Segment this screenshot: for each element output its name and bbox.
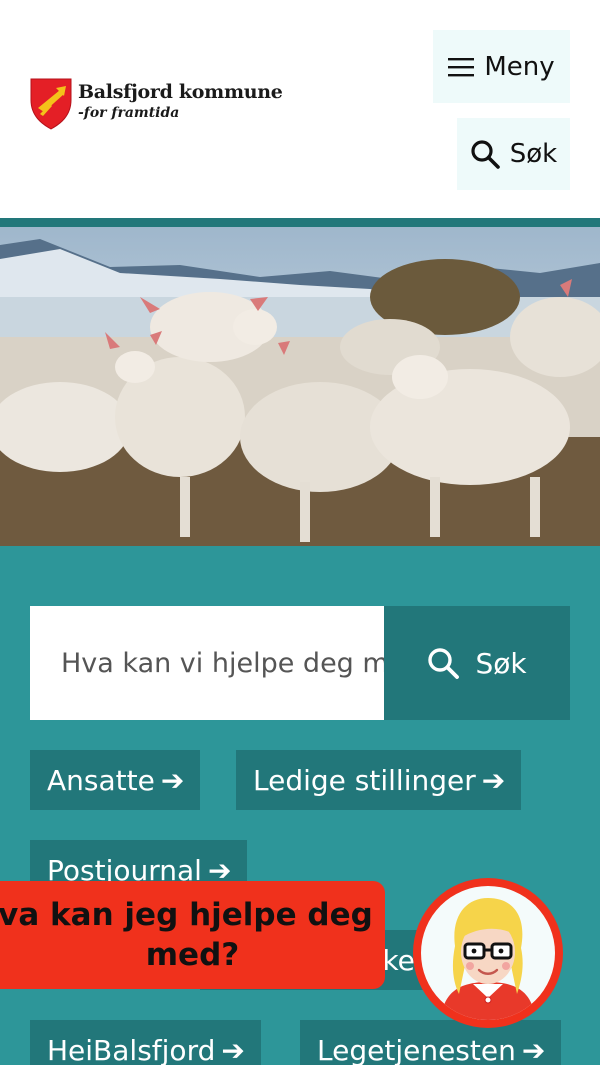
header-divider (0, 218, 600, 227)
quick-link-label: Legetjenesten (317, 1033, 516, 1065)
quick-link-ansatte[interactable]: Ansatte ➔ (30, 750, 201, 810)
header-search-button[interactable]: Søk (457, 118, 570, 190)
hamburger-icon (448, 57, 475, 76)
chat-prompt-bubble[interactable]: Hva kan jeg hjelpe deg med? (0, 881, 385, 989)
site-header: Balsfjord kommune -for framtida Meny Søk (0, 0, 600, 220)
logo-tagline: -for framtida (78, 105, 180, 121)
logo-name: Balsfjord kommune (78, 81, 283, 103)
quick-link-label: Ansatte (47, 763, 155, 797)
search-icon (428, 648, 460, 679)
search-placeholder: Hva kan vi hjelpe deg med? (61, 647, 384, 679)
search-submit-label: Søk (475, 646, 527, 680)
arrow-right-icon: ➔ (221, 1033, 245, 1065)
header-search-label: Søk (509, 139, 558, 169)
menu-button-label: Meny (484, 51, 555, 82)
quick-link-legetjenesten[interactable]: Legetjenesten ➔ (300, 1020, 562, 1065)
search-icon (471, 140, 500, 169)
arrow-right-icon: ➔ (521, 1033, 546, 1065)
menu-button[interactable]: Meny (433, 30, 570, 103)
hero-image (0, 227, 600, 546)
chatbot-avatar-button[interactable] (413, 878, 563, 1028)
search-input[interactable]: Hva kan vi hjelpe deg med? (30, 606, 384, 720)
coat-of-arms-icon (30, 78, 72, 130)
chatbot-avatar-icon (441, 898, 535, 1020)
quick-link-ledige-stillinger[interactable]: Ledige stillinger ➔ (236, 750, 522, 810)
chat-prompt-line2: med? (145, 937, 240, 973)
site-logo[interactable]: Balsfjord kommune -for framtida (30, 78, 283, 130)
quick-link-heibalsfjord[interactable]: HeiBalsfjord ➔ (30, 1020, 261, 1065)
arrow-right-icon: ➔ (481, 763, 506, 797)
arrow-right-icon: ➔ (160, 763, 185, 797)
quick-link-label: HeiBalsfjord (47, 1033, 216, 1065)
chat-prompt-line1: Hva kan jeg hjelpe deg (0, 897, 373, 933)
search-submit-button[interactable]: Søk (384, 606, 570, 720)
quick-link-label: Ledige stillinger (253, 763, 476, 797)
